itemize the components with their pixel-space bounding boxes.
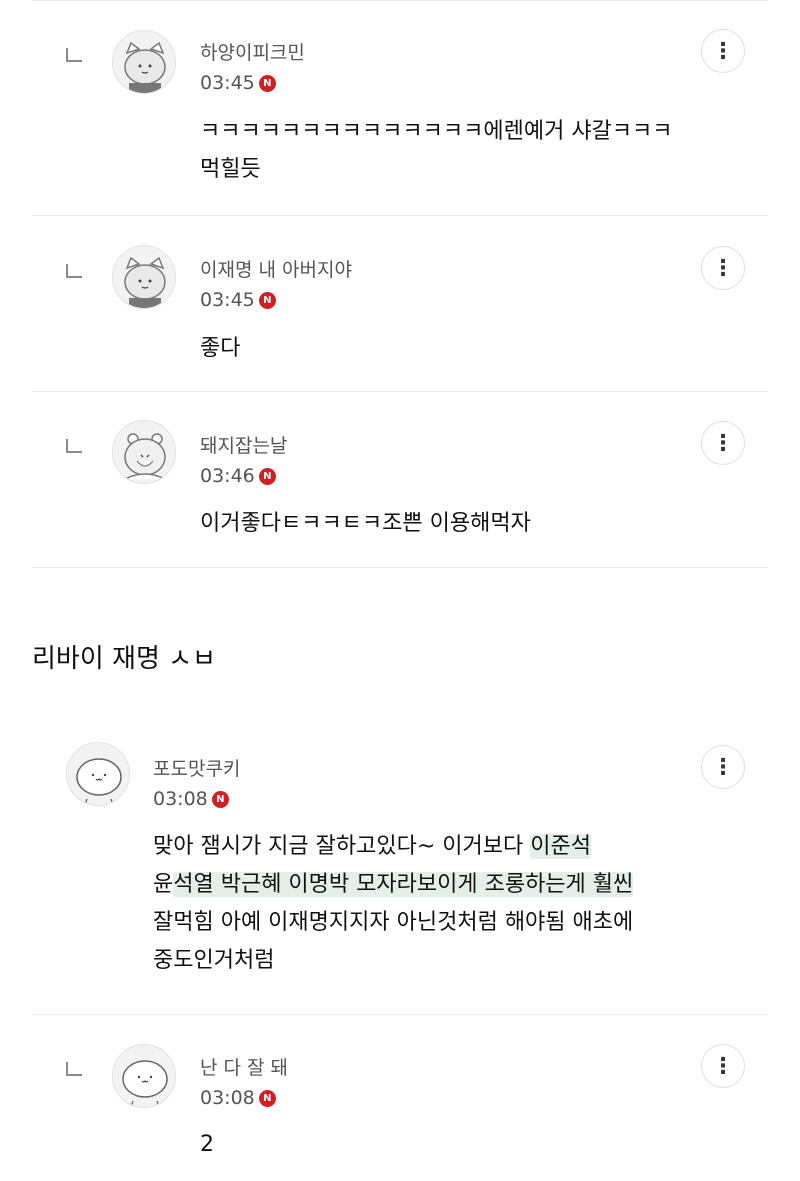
comment-text: 좋다 [200,330,240,368]
more-options-button[interactable]: ⋮ [701,745,745,789]
new-badge-icon: N [258,74,276,92]
comment-text-segment: 맞아 잼시가 지금 잘하고있다~ 이거보다 [153,834,531,859]
new-badge-icon: N [258,291,276,309]
more-options-button[interactable]: ⋮ [701,1044,745,1088]
comment-text: 2 [200,1126,214,1164]
highlighted-text: 이준석 [530,834,591,859]
divider [32,567,768,568]
comment-time: 03:45 [200,72,255,94]
avatar[interactable] [112,245,176,309]
comment-time: 03:08 [153,788,208,810]
comment-line: ㅋㅋㅋㅋㅋㅋㅋㅋㅋㅋㅋㅋㅋㅋ에렌예거 샤갈ㅋㅋㅋ [200,119,673,144]
comment-time: 03:08 [200,1087,255,1109]
post-title[interactable]: 리바이 재명 ㅅㅂ [32,638,216,675]
comment-time: 03:46 [200,465,255,487]
divider [32,391,768,392]
comment-nickname[interactable]: 난 다 잘 돼 [200,1053,288,1080]
avatar[interactable] [112,30,176,94]
comment-nickname[interactable]: 돼지잡는날 [200,431,287,458]
comment-line: 윤석열 박근혜 이명박 모자라보이게 조롱하는게 훨씬 [153,866,634,904]
comment-timestamp: 03:45 N [200,289,276,311]
avatar[interactable] [66,742,130,806]
comment-timestamp: 03:08 N [153,788,229,810]
comment-nickname[interactable]: 하양이피크민 [200,38,305,65]
comment-line: 맞아 잼시가 지금 잘하고있다~ 이거보다 이준석 [153,828,633,866]
comment-line: 이거좋다ㅌㅋㅋㅌㅋ조쁜 이용해먹자 [200,511,531,536]
avatar[interactable] [112,1044,176,1108]
comment-text: ㅋㅋㅋㅋㅋㅋㅋㅋㅋㅋㅋㅋㅋㅋ에렌예거 샤갈ㅋㅋㅋ 먹힐듯 [200,113,673,189]
comment-line: 2 [200,1132,214,1157]
more-options-button[interactable]: ⋮ [701,246,745,290]
avatar[interactable] [112,420,176,484]
more-options-button[interactable]: ⋮ [701,29,745,73]
comment-line: 먹힐듯 [200,157,261,182]
more-vertical-icon: ⋮ [712,38,734,64]
comment-text: 이거좋다ㅌㅋㅋㅌㅋ조쁜 이용해먹자 [200,505,531,543]
comment-nickname[interactable]: 이재명 내 아버지야 [200,255,352,282]
comment-text-segment: 윤 [153,872,174,897]
more-vertical-icon: ⋮ [712,754,734,780]
comment-line: 잘먹힘 아예 이재명지지자 아닌것처럼 해야됨 애초에 [153,910,634,935]
comment-timestamp: 03:08 N [200,1087,276,1109]
more-vertical-icon: ⋮ [712,1053,734,1079]
more-vertical-icon: ⋮ [712,430,734,456]
comment-text: 맞아 잼시가 지금 잘하고있다~ 이거보다 이준석 윤석열 박근혜 이명박 모자… [153,828,634,980]
comment-time: 03:45 [200,289,255,311]
reply-arrow-icon [66,48,82,62]
comment-line: 좋다 [200,336,241,361]
reply-arrow-icon [66,439,82,453]
new-badge-icon: N [211,790,229,808]
more-options-button[interactable]: ⋮ [701,421,745,465]
highlighted-text: 석열 박근혜 이명박 모자라보이게 조롱하는게 훨씬 [173,872,634,897]
comment-line: 중도인거처럼 [153,948,275,973]
new-badge-icon: N [258,467,276,485]
divider [32,1014,768,1015]
comment-timestamp: 03:45 N [200,72,276,94]
new-badge-icon: N [258,1089,276,1107]
comment-timestamp: 03:46 N [200,465,276,487]
reply-arrow-icon [66,264,82,278]
more-vertical-icon: ⋮ [712,255,734,281]
comment-nickname[interactable]: 포도맛쿠키 [153,754,240,781]
divider [32,0,768,1]
reply-arrow-icon [66,1062,82,1076]
divider [32,215,768,216]
